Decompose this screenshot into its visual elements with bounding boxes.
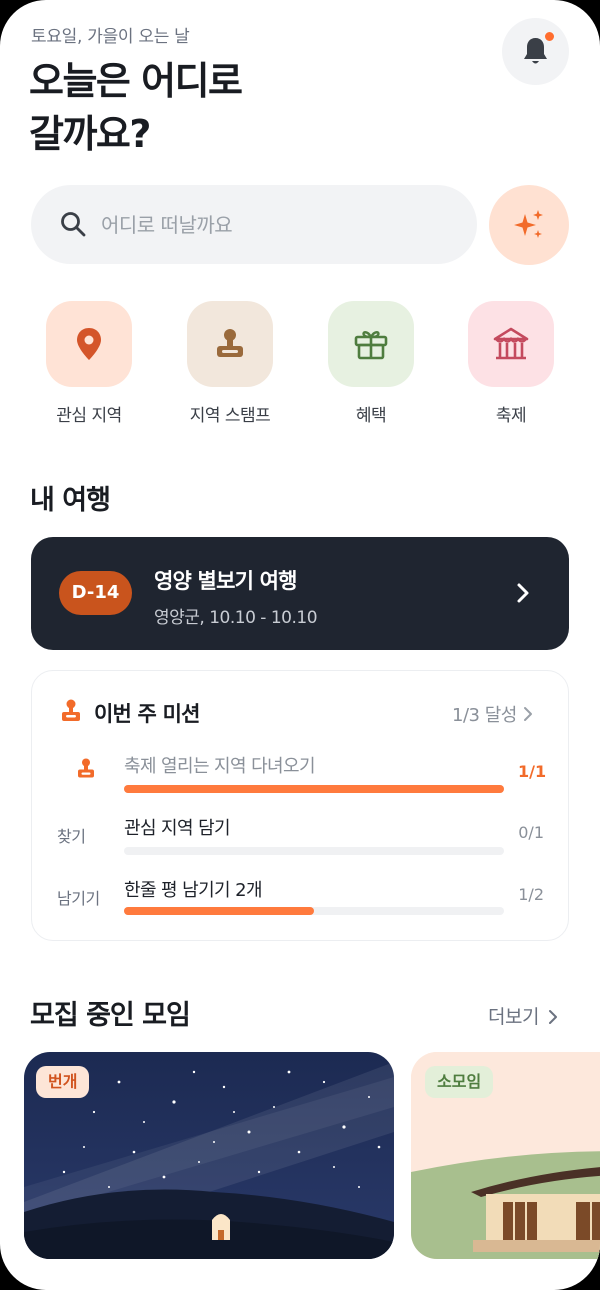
trip-card[interactable]: D-14 영양 별보기 여행 영양군, 10.10 - 10.10	[31, 537, 569, 650]
mission-progress-bar	[124, 847, 504, 855]
my-trip-section-title: 내 여행	[30, 485, 111, 516]
ai-recommend-button[interactable]	[489, 185, 569, 265]
page-title: 오늘은 어디로 갈까요?	[29, 59, 243, 156]
mission-item-name: 한줄 평 남기기 2개	[124, 880, 263, 901]
date-line: 토요일, 가을이 오는 날	[31, 27, 190, 47]
mission-title: 이번 주 미션	[94, 702, 200, 726]
mission-item-action: 남기기	[57, 889, 100, 908]
festival-tent-icon	[493, 327, 529, 360]
mission-progress-link[interactable]: 1/3 달성	[452, 701, 517, 727]
group-tag: 소모임	[425, 1066, 494, 1098]
groups-section-title: 모집 중인 모임	[30, 1000, 191, 1031]
weekly-mission-card: 이번 주 미션 1/3 달성 축제 열리는 지역 다녀오기 1/1 찾기 관심 …	[31, 670, 569, 941]
mission-progress-fill	[124, 907, 314, 915]
notification-button[interactable]	[502, 18, 569, 85]
mission-item-name: 관심 지역 담기	[124, 818, 231, 839]
mission-item-name: 축제 열리는 지역 다녀오기	[124, 756, 316, 777]
mission-item-count: 1/2	[518, 885, 544, 904]
quick-menu-label: 축제	[495, 406, 527, 426]
quick-menu-region-stamp[interactable]	[187, 301, 273, 387]
quick-menu-interest-region[interactable]	[46, 301, 132, 387]
search-input[interactable]	[101, 185, 461, 264]
mission-item-action: 찾기	[57, 827, 86, 846]
trip-title: 영양 별보기 여행	[154, 569, 297, 593]
app-screen: 토요일, 가을이 오는 날 오늘은 어디로 갈까요? 어디로 떠날까요 관심 지…	[0, 0, 600, 1290]
mission-progress-bar	[124, 785, 504, 793]
group-tag: 번개	[36, 1066, 90, 1098]
search-icon	[61, 212, 86, 237]
quick-menu-benefits[interactable]	[328, 301, 414, 387]
stamp-icon	[78, 758, 94, 778]
trip-subtitle: 영양군, 10.10 - 10.10	[154, 608, 318, 628]
search-bar[interactable]	[31, 185, 477, 264]
quick-menu-label: 혜택	[355, 406, 387, 426]
notification-badge	[543, 30, 556, 43]
mission-item-count: 1/1	[518, 762, 547, 781]
stamp-icon	[62, 699, 80, 721]
stamp-icon	[217, 329, 243, 357]
map-pin-icon	[77, 328, 101, 360]
mission-progress-bar	[124, 907, 504, 915]
group-card[interactable]: 소모임	[411, 1052, 600, 1259]
more-link[interactable]: 더보기	[488, 1002, 539, 1029]
quick-menu-label: 지역 스탬프	[189, 406, 271, 426]
dday-badge: D-14	[59, 571, 132, 615]
chevron-right-icon	[517, 583, 529, 603]
mission-progress-fill	[124, 785, 504, 793]
chevron-right-icon	[524, 707, 532, 721]
gift-icon	[354, 331, 388, 360]
quick-menu-label: 관심 지역	[56, 406, 122, 426]
mission-item-count: 0/1	[518, 823, 544, 842]
quick-menu-festival[interactable]	[468, 301, 554, 387]
chevron-right-icon	[549, 1010, 557, 1024]
sparkle-icon	[514, 210, 543, 238]
group-card[interactable]: 번개	[24, 1052, 394, 1259]
